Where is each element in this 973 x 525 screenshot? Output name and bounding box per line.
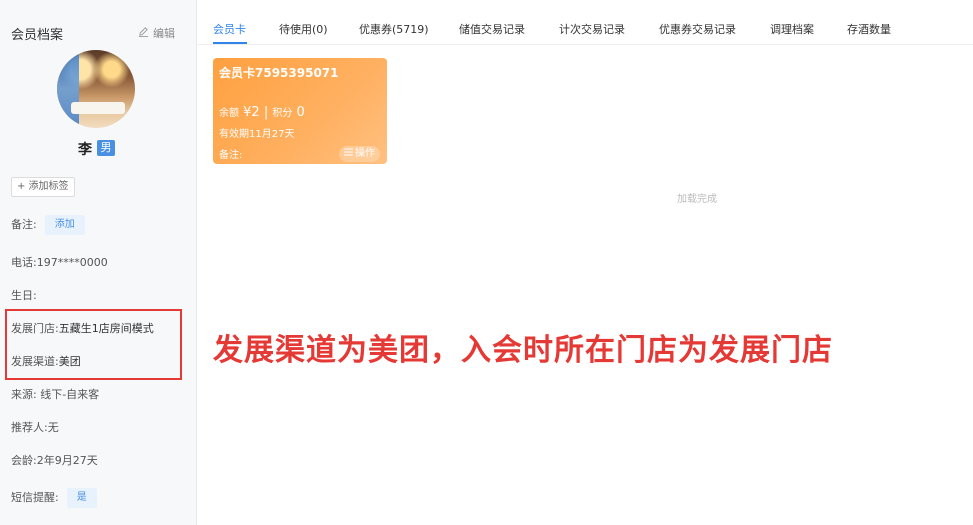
member-name: 李 (78, 142, 92, 158)
member-profile-sidebar: 会员档案 编辑 李 男 + 添加标签 备注: 添加 电话:197****0000 … (0, 0, 197, 525)
active-tab-indicator (213, 42, 247, 44)
tab-pending[interactable]: 待使用(0) (279, 21, 328, 37)
add-remark-button[interactable]: 添加 (44, 215, 85, 235)
gender-badge: 男 (97, 140, 115, 156)
main-panel: 会员卡 待使用(0) 优惠券(5719) 储值交易记录 计次交易记录 优惠券交易… (197, 0, 973, 525)
card-title: 会员卡7595395071 (219, 66, 339, 80)
member-card[interactable]: 会员卡7595395071 余额 ¥2 | 积分 0 有效期11月27天 备注:… (213, 58, 387, 164)
sms-toggle[interactable]: 是 (66, 488, 97, 508)
points-value: 0 (296, 105, 305, 120)
card-balance: 余额 ¥2 | 积分 0 (219, 105, 305, 120)
card-note: 备注: (219, 150, 243, 161)
tab-coupons[interactable]: 优惠券(5719) (359, 21, 429, 37)
tab-care-records[interactable]: 调理档案 (770, 21, 814, 37)
referrer-row: 推荐人:无 (11, 421, 59, 434)
list-icon (344, 146, 353, 162)
add-tag-button[interactable]: + 添加标签 (11, 177, 75, 197)
points-label: 积分 (272, 108, 293, 119)
remark-row: 备注: 添加 (11, 215, 85, 235)
tab-stored-value-records[interactable]: 储值交易记录 (459, 21, 525, 37)
highlight-box (5, 309, 182, 380)
avatar (57, 50, 135, 128)
tab-bar: 会员卡 待使用(0) 优惠券(5719) 储值交易记录 计次交易记录 优惠券交易… (197, 0, 973, 45)
tab-member-card[interactable]: 会员卡 (213, 21, 246, 37)
phone-row: 电话:197****0000 (11, 256, 108, 269)
sms-row: 短信提醒: 是 (11, 488, 97, 508)
card-operate-button[interactable]: 操作 (339, 146, 380, 162)
source-row: 来源: 线下-自来客 (11, 388, 100, 401)
tab-count-records[interactable]: 计次交易记录 (559, 21, 625, 37)
balance-label: 余额 (219, 108, 239, 119)
remark-label: 备注: (11, 218, 37, 231)
edit-label: 编辑 (153, 27, 175, 40)
card-expire: 有效期11月27天 (219, 129, 295, 140)
tab-coupon-records[interactable]: 优惠券交易记录 (659, 21, 736, 37)
edit-button[interactable]: 编辑 (138, 25, 175, 41)
annotation-text: 发展渠道为美团，入会时所在门店为发展门店 (213, 333, 833, 368)
pencil-icon (138, 26, 149, 40)
member-age-row: 会龄:2年9月27天 (11, 454, 98, 467)
balance-value: ¥2 (243, 105, 260, 120)
sms-label: 短信提醒: (11, 491, 59, 504)
sidebar-title: 会员档案 (11, 28, 64, 43)
operate-label: 操作 (355, 148, 375, 159)
load-complete-text: 加载完成 (677, 194, 717, 205)
tab-wine-storage[interactable]: 存酒数量 (847, 21, 891, 37)
birthday-row: 生日: (11, 289, 37, 302)
